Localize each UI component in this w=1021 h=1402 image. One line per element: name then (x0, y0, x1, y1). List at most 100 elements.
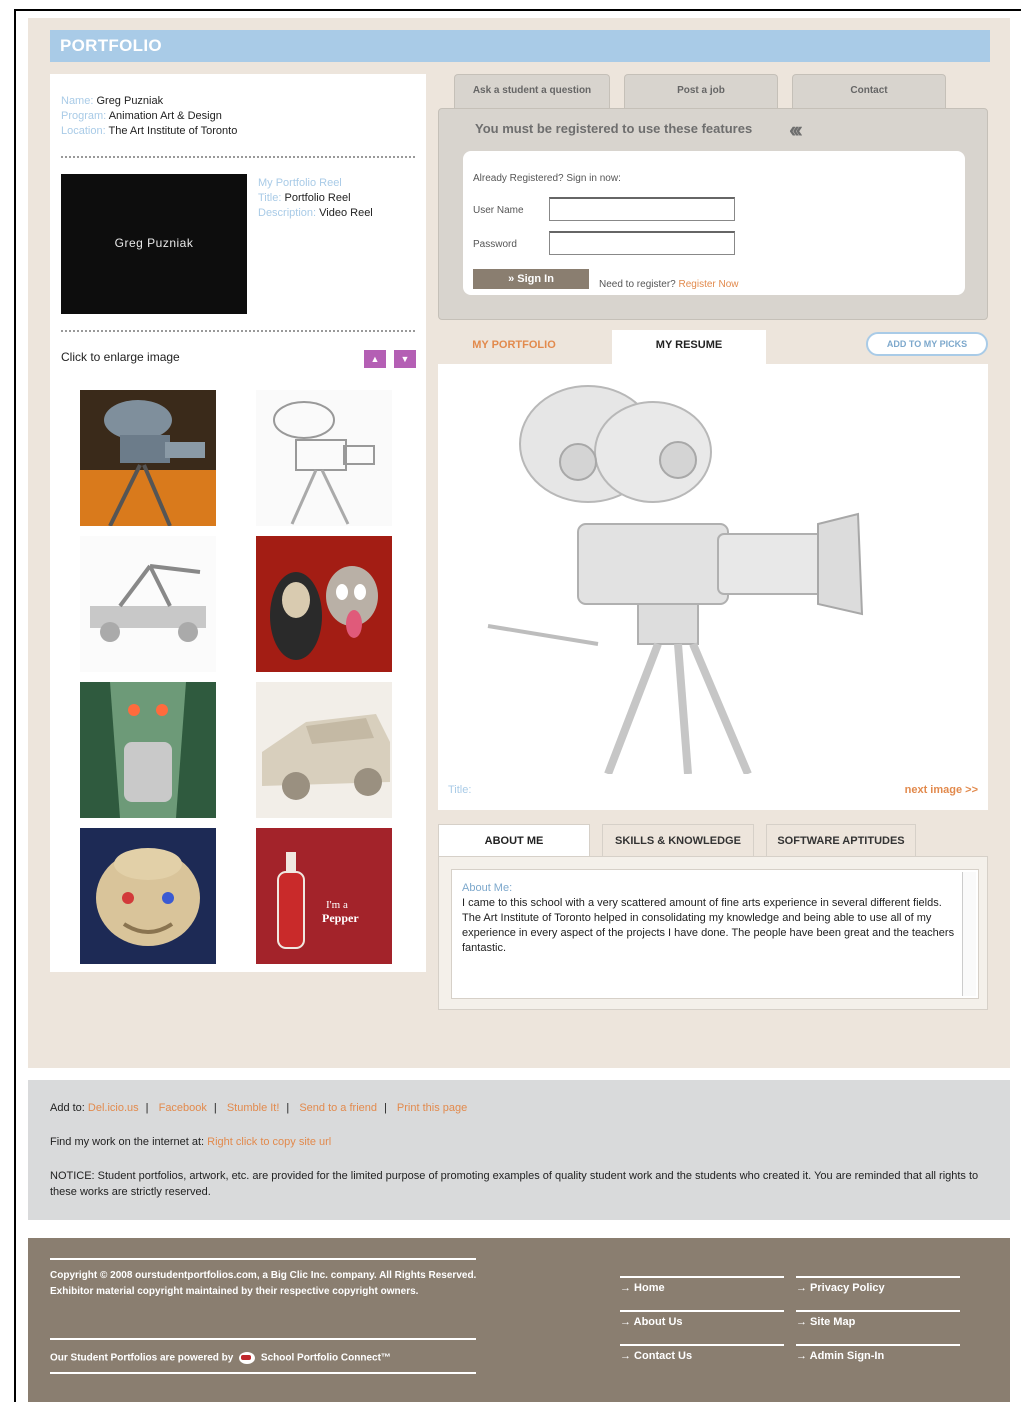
student-location: The Art Institute of Toronto (108, 125, 238, 137)
tab-software-aptitudes[interactable]: SOFTWARE APTITUDES (766, 824, 916, 858)
already-registered-text: Already Registered? Sign in now: (473, 173, 621, 184)
footer-link-admin[interactable]: → Admin Sign-In (796, 1350, 884, 1362)
add-to-row: Add to: Del.icio.us | Facebook | Stumble I… (50, 1102, 468, 1114)
about-panel: About Me: I came to this school with a v… (438, 856, 988, 1010)
gallery-thumbnail[interactable] (80, 390, 216, 526)
password-label: Password (473, 239, 517, 250)
reel-link[interactable]: My Portfolio Reel (258, 177, 342, 189)
footer-rule (50, 1372, 476, 1374)
scroll-down-button[interactable]: ▼ (394, 350, 416, 368)
gallery-thumbnail[interactable] (80, 682, 216, 818)
reel-info: My Portfolio Reel Title: Portfolio Reel … (258, 176, 373, 221)
page-title-bar: PORTFOLIO (50, 30, 990, 62)
gallery-thumbnail[interactable] (256, 536, 392, 672)
username-input[interactable] (549, 197, 735, 221)
share-link-stumble[interactable]: Stumble It! (227, 1102, 280, 1114)
need-register-text: Need to register? (599, 279, 676, 290)
powered-by-brand: School Portfolio Connect™ (260, 1352, 391, 1364)
password-input[interactable] (549, 231, 735, 255)
share-section: Add to: Del.icio.us | Facebook | Stumble I… (28, 1080, 1010, 1220)
footer-link-contact[interactable]: → Contact Us (620, 1350, 692, 1362)
program-label: Program: (61, 110, 107, 122)
student-info: Name: Greg Puzniak Program: Animation Ar… (61, 94, 237, 139)
reel-description: Video Reel (319, 207, 373, 219)
arrow-down-icon: ▼ (400, 354, 410, 364)
face-sculpt-icon (80, 828, 216, 964)
camera-icon (80, 390, 216, 526)
gallery-thumbnail[interactable]: I'm a Pepper (256, 828, 392, 964)
tab-contact[interactable]: Contact (792, 74, 946, 110)
powered-by: Our Student Portfolios are powered by Sc… (50, 1352, 391, 1364)
about-heading: About Me: (462, 882, 513, 894)
name-label: Name: (61, 95, 94, 107)
registration-message: You must be registered to use these feat… (475, 121, 753, 136)
tab-my-resume[interactable]: MY RESUME (612, 330, 766, 366)
username-label: User Name (473, 205, 524, 216)
characters-icon (256, 536, 392, 672)
student-name: Greg Puzniak (96, 95, 164, 107)
scroll-up-button[interactable]: ▲ (364, 350, 386, 368)
share-link-send-friend[interactable]: Send to a friend (299, 1102, 377, 1114)
gallery-thumbnail[interactable] (256, 682, 392, 818)
share-link-facebook[interactable]: Facebook (159, 1102, 207, 1114)
student-panel: Name: Greg Puzniak Program: Animation Ar… (50, 74, 426, 972)
footer-rule (796, 1344, 960, 1346)
reel-title-label: Title: (258, 192, 282, 204)
car-tunnel-icon (80, 682, 216, 818)
svg-text:Pepper: Pepper (322, 911, 359, 925)
footer-rule (620, 1276, 784, 1278)
image-viewer: Title: next image >> (438, 364, 988, 810)
sign-in-button[interactable]: » Sign In (473, 269, 589, 289)
about-content: About Me: I came to this school with a v… (451, 869, 979, 999)
pepper-bottle-icon: I'm a Pepper (256, 828, 392, 964)
car-clay-icon (256, 682, 392, 818)
gallery-thumbnail[interactable] (256, 390, 392, 526)
footer-link-about[interactable]: → About Us (620, 1316, 683, 1328)
school-portfolio-logo-icon (239, 1352, 256, 1364)
reel-video-thumbnail[interactable]: Greg Puzniak (61, 174, 247, 314)
divider (61, 330, 415, 332)
notice-text: NOTICE: Student portfolios, artwork, etc… (50, 1170, 979, 1198)
copy-url-link[interactable]: Right click to copy site url (207, 1136, 331, 1148)
reel-thumb-text: Greg Puzniak (114, 236, 194, 250)
about-scrollbar[interactable] (962, 872, 976, 996)
registration-box: You must be registered to use these feat… (438, 108, 988, 320)
camera-sketch-icon (256, 390, 392, 526)
image-title-label: Title: (448, 784, 472, 796)
footer-link-privacy[interactable]: → Privacy Policy (796, 1282, 885, 1294)
find-work-label: Find my work on the internet at: (50, 1136, 205, 1148)
footer-link-home[interactable]: → Home (620, 1282, 665, 1294)
add-to-picks-button[interactable]: ADD TO MY PICKS (866, 332, 988, 356)
register-now-link[interactable]: Register Now (679, 279, 739, 290)
svg-text:I'm a: I'm a (326, 899, 348, 911)
chevron-left-icon: ‹‹‹ (789, 117, 803, 142)
next-image-link[interactable]: next image >> (905, 784, 978, 796)
tab-ask-question[interactable]: Ask a student a question (454, 74, 610, 110)
page-title: PORTFOLIO (60, 36, 162, 55)
enlarge-hint: Click to enlarge image (61, 350, 180, 364)
tab-post-job[interactable]: Post a job (624, 74, 778, 110)
reel-description-label: Description: (258, 207, 317, 219)
share-link-delicious[interactable]: Del.icio.us (88, 1102, 139, 1114)
footer-rule (796, 1276, 960, 1278)
divider (61, 156, 415, 158)
tab-my-portfolio[interactable]: MY PORTFOLIO (438, 330, 590, 366)
camera-render-image[interactable] (438, 364, 988, 774)
tab-about-me[interactable]: ABOUT ME (438, 824, 590, 858)
share-link-print[interactable]: Print this page (397, 1102, 467, 1114)
footer-rule (50, 1258, 476, 1260)
copyright-text: Copyright © 2008 ourstudentportfolios.co… (50, 1270, 477, 1297)
tab-skills-knowledge[interactable]: SKILLS & KNOWLEDGE (602, 824, 754, 858)
reel-title: Portfolio Reel (284, 192, 351, 204)
footer-link-sitemap[interactable]: → Site Map (796, 1316, 855, 1328)
footer-rule (50, 1338, 476, 1340)
footer-rule (620, 1344, 784, 1346)
location-label: Location: (61, 125, 106, 137)
footer: Copyright © 2008 ourstudentportfolios.co… (28, 1238, 1010, 1402)
gallery-thumbnail[interactable] (80, 536, 216, 672)
login-form: Already Registered? Sign in now: User Na… (463, 151, 965, 295)
arrow-up-icon: ▲ (370, 354, 380, 364)
gallery-thumbnail[interactable] (80, 828, 216, 964)
register-prompt: Need to register? Register Now (599, 279, 739, 290)
student-program: Animation Art & Design (108, 110, 222, 122)
